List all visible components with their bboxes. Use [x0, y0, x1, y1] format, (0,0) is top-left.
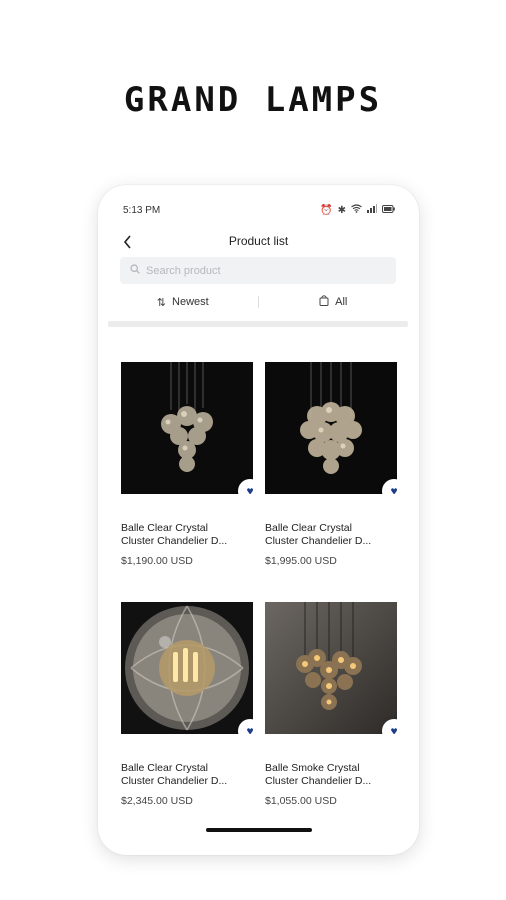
- search-bar[interactable]: [120, 257, 396, 284]
- search-input[interactable]: [146, 264, 376, 277]
- sort-icon: ⇅: [156, 296, 167, 309]
- battery-icon: [382, 204, 395, 216]
- product-name-line1: Balle Clear Crystal: [121, 522, 208, 534]
- sort-filter-button[interactable]: ⇅ Newest: [108, 291, 258, 313]
- status-time: 5:13 PM: [123, 205, 161, 216]
- brand-logo: GRAND LAMPS: [123, 80, 383, 120]
- alarm-icon: ⏰: [320, 204, 333, 216]
- product-name-line2: Cluster Chandelier D...: [265, 775, 372, 787]
- product-name-line2: Cluster Chandelier D...: [121, 775, 228, 787]
- product-name-line1: Balle Clear Crystal: [265, 522, 352, 534]
- product-name-line1: Balle Smoke Crystal: [265, 762, 360, 774]
- product-price: $1,190.00 USD: [121, 555, 193, 567]
- heart-icon: ♥: [390, 484, 397, 494]
- product-price: $2,345.00 USD: [121, 795, 193, 807]
- chevron-left-icon: [123, 235, 131, 249]
- filter-bar: ⇅ Newest All: [108, 291, 408, 313]
- product-card[interactable]: ♥ Balle Clear Crystal Cluster Chandelier…: [265, 362, 397, 567]
- product-name-line1: Balle Clear Crystal: [121, 762, 208, 774]
- home-indicator[interactable]: [206, 828, 312, 832]
- bluetooth-icon: ✱: [337, 204, 346, 216]
- product-image[interactable]: ♥: [121, 362, 253, 494]
- header: Product list: [98, 231, 419, 253]
- product-card[interactable]: ♥ Balle Clear Crystal Cluster Chandelier…: [121, 602, 253, 807]
- product-name-line2: Cluster Chandelier D...: [121, 535, 228, 547]
- product-image[interactable]: ♥: [265, 362, 397, 494]
- product-name[interactable]: Balle Clear Crystal Cluster Chandelier D…: [265, 522, 397, 548]
- product-image[interactable]: ♥: [121, 602, 253, 734]
- category-label: All: [335, 296, 348, 308]
- page-title: Product list: [228, 234, 289, 248]
- heart-icon: ♥: [246, 724, 253, 734]
- product-price: $1,995.00 USD: [265, 555, 337, 567]
- product-card[interactable]: ♥ Balle Smoke Crystal Cluster Chandelier…: [265, 602, 397, 807]
- product-name[interactable]: Balle Clear Crystal Cluster Chandelier D…: [121, 762, 253, 788]
- status-bar: 5:13 PM ⏰ ✱: [98, 203, 419, 219]
- product-card[interactable]: ♥ Balle Clear Crystal Cluster Chandelier…: [121, 362, 253, 567]
- category-filter-button[interactable]: All: [259, 291, 409, 313]
- wifi-icon: [351, 204, 362, 216]
- product-image[interactable]: ♥: [265, 602, 397, 734]
- signal-icon: [367, 204, 377, 216]
- product-name[interactable]: Balle Clear Crystal Cluster Chandelier D…: [121, 522, 253, 548]
- sort-label: Newest: [172, 296, 209, 308]
- bag-icon: [319, 295, 329, 309]
- search-icon: [124, 264, 146, 277]
- product-price: $1,055.00 USD: [265, 795, 337, 807]
- back-button[interactable]: [122, 231, 142, 253]
- heart-icon: ♥: [246, 484, 253, 494]
- section-divider: [108, 321, 408, 327]
- status-icons: ⏰ ✱: [320, 204, 395, 216]
- phone-frame: 5:13 PM ⏰ ✱ Product list ⇅ N: [98, 185, 419, 855]
- product-name-line2: Cluster Chandelier D...: [265, 535, 372, 547]
- heart-icon: ♥: [390, 724, 397, 734]
- product-name[interactable]: Balle Smoke Crystal Cluster Chandelier D…: [265, 762, 397, 788]
